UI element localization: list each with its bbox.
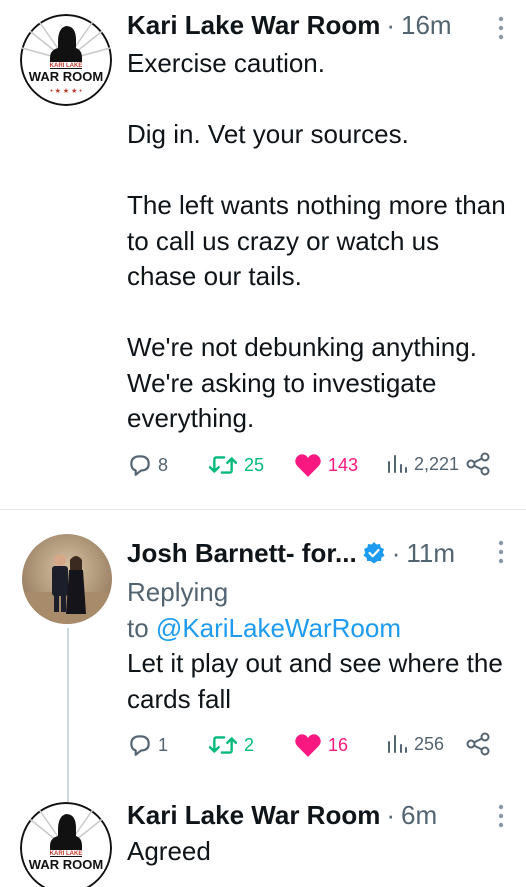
- retweet-icon: [208, 456, 238, 474]
- tweet-paragraph: The left wants nothing more than to call…: [127, 190, 506, 291]
- separator-dot: ·: [386, 10, 395, 40]
- like-count: 16: [328, 734, 349, 755]
- author-avatar[interactable]: KARI LAKE WAR ROOM: [20, 802, 112, 887]
- replying-handle-link[interactable]: @KariLakeWarRoom: [156, 613, 401, 643]
- heart-icon: [295, 454, 321, 477]
- retweet-button[interactable]: 25: [207, 452, 264, 478]
- reply-icon: [130, 735, 150, 756]
- tweet-1[interactable]: KARI LAKE WAR ROOM • ★ ★ ★ • Kari Lake W…: [0, 0, 526, 510]
- like-button[interactable]: 16: [293, 732, 348, 758]
- views-count: 2,221: [414, 453, 460, 474]
- views-icon: [388, 455, 407, 473]
- reply-count: 1: [158, 734, 169, 755]
- author-avatar[interactable]: [22, 534, 112, 624]
- views-count: 256: [414, 733, 445, 754]
- reply-count: 8: [158, 454, 169, 475]
- tweet-paragraph: Exercise caution.: [127, 48, 325, 78]
- action-bar: 8 25 143 2,221: [127, 452, 506, 482]
- timestamp[interactable]: 6m: [401, 800, 437, 831]
- tweet-header: Josh Barnett- for... · 11m: [127, 538, 506, 569]
- tweet-2[interactable]: Josh Barnett- for... · 11m Replying to @…: [0, 510, 526, 790]
- tweet-header: Kari Lake War Room · 16m: [127, 10, 506, 41]
- share-button[interactable]: [465, 452, 491, 476]
- share-button[interactable]: [465, 732, 491, 756]
- replying-to: Replying to @KariLakeWarRoom: [127, 574, 401, 646]
- share-icon: [466, 732, 490, 756]
- svg-text:WAR ROOM: WAR ROOM: [29, 857, 103, 872]
- separator-dot: ·: [386, 800, 395, 830]
- reply-button[interactable]: 1: [127, 732, 168, 758]
- timestamp[interactable]: 11m: [406, 538, 455, 569]
- retweet-icon: [208, 736, 238, 754]
- views-button[interactable]: 256: [385, 732, 444, 756]
- tweet-text: Agreed: [127, 836, 211, 866]
- views-icon: [388, 735, 407, 753]
- retweet-count: 2: [244, 734, 255, 755]
- author-name[interactable]: Kari Lake War Room: [127, 10, 380, 41]
- author-name[interactable]: Josh Barnett- for...: [127, 538, 357, 569]
- reply-icon: [130, 455, 150, 476]
- tweet-text: Exercise caution. Dig in. Vet your sourc…: [127, 46, 506, 437]
- verified-badge-icon: [362, 541, 386, 572]
- replying-label: Replying: [127, 577, 229, 607]
- more-icon[interactable]: [498, 804, 504, 828]
- war-room-logo: KARI LAKE WAR ROOM: [20, 802, 112, 887]
- tweet-text: Let it play out and see where the cards …: [127, 648, 503, 714]
- like-button[interactable]: 143: [293, 452, 358, 478]
- tweet-paragraph: We're not debunking anything. We're aski…: [127, 332, 477, 433]
- views-button[interactable]: 2,221: [385, 452, 459, 476]
- svg-text:• ★ ★ ★ •: • ★ ★ ★ •: [50, 87, 82, 95]
- replying-to-line: to @KariLakeWarRoom: [127, 610, 401, 646]
- action-bar: 1 2 16 256: [127, 732, 506, 762]
- svg-text:WAR ROOM: WAR ROOM: [29, 69, 103, 84]
- timestamp[interactable]: 16m: [401, 10, 452, 41]
- tweet-3[interactable]: KARI LAKE WAR ROOM Kari Lake War Room · …: [0, 790, 526, 887]
- like-count: 143: [328, 454, 359, 475]
- heart-icon: [295, 734, 321, 757]
- more-icon[interactable]: [498, 540, 504, 564]
- replying-prefix: to: [127, 613, 149, 643]
- profile-photo: [22, 534, 112, 624]
- author-name[interactable]: Kari Lake War Room: [127, 800, 380, 831]
- author-avatar[interactable]: KARI LAKE WAR ROOM • ★ ★ ★ •: [20, 14, 112, 106]
- more-icon[interactable]: [498, 16, 504, 40]
- separator-dot: ·: [391, 538, 401, 568]
- tweet-paragraph: Dig in. Vet your sources.: [127, 119, 409, 149]
- retweet-count: 25: [244, 454, 265, 475]
- war-room-logo: KARI LAKE WAR ROOM • ★ ★ ★ •: [20, 14, 112, 106]
- share-icon: [466, 452, 490, 476]
- retweet-button[interactable]: 2: [207, 732, 254, 758]
- reply-button[interactable]: 8: [127, 452, 168, 478]
- tweet-header: Kari Lake War Room · 6m: [127, 800, 506, 831]
